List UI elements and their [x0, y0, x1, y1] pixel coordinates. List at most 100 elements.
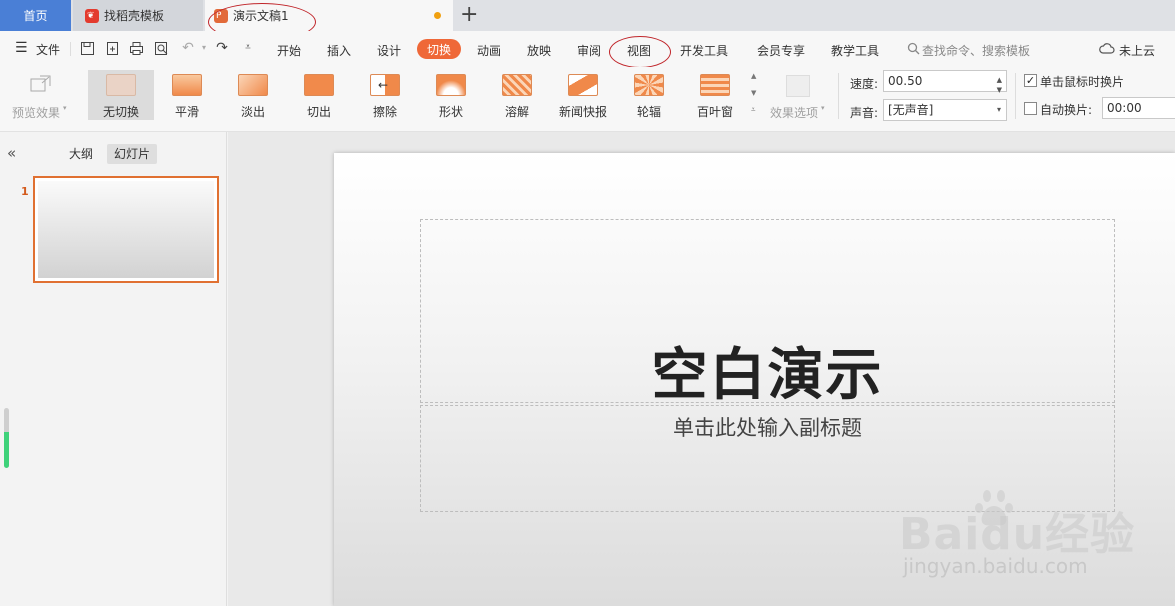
- effect-blinds[interactable]: 百叶窗: [682, 70, 748, 120]
- effect-shape[interactable]: 形状: [418, 70, 484, 120]
- menu-file[interactable]: 文件: [36, 41, 60, 58]
- tab-document[interactable]: P 演示文稿1: [205, 0, 453, 31]
- effect-options-button[interactable]: 效果选项 ▾: [768, 70, 830, 120]
- menu-animation[interactable]: 动画: [477, 42, 501, 59]
- menu-teaching[interactable]: 教学工具: [831, 42, 879, 59]
- print-preview-icon[interactable]: [154, 41, 169, 56]
- hamburger-menu-icon[interactable]: ☰: [15, 40, 28, 56]
- effect-options-dropdown-icon: ▾: [821, 104, 825, 112]
- menu-developer[interactable]: 开发工具: [680, 42, 728, 59]
- tab-templates[interactable]: ❦ 找稻壳模板: [73, 0, 203, 31]
- effect-label: 形状: [438, 105, 463, 119]
- preview-effect-button[interactable]: 预览效果 ▾: [10, 70, 72, 120]
- tab-templates-label: 找稻壳模板: [104, 9, 165, 23]
- new-tab-plus-icon[interactable]: +: [460, 2, 478, 28]
- gallery-expand-icon[interactable]: ⩡: [751, 105, 756, 115]
- on-click-label: 单击鼠标时换片: [1040, 75, 1125, 89]
- auto-advance-checkbox[interactable]: [1024, 102, 1037, 115]
- effect-none[interactable]: 无切换: [88, 70, 154, 120]
- menu-view[interactable]: 视图: [627, 42, 651, 59]
- slide-subtitle[interactable]: 单击此处输入副标题: [421, 412, 1114, 442]
- slide-title[interactable]: 空白演示: [421, 330, 1114, 411]
- sound-label: 声音:: [850, 106, 879, 120]
- effect-label: 淡出: [240, 105, 265, 119]
- preview-dropdown-icon: ▾: [63, 104, 67, 112]
- cloud-status[interactable]: 未上云: [1119, 42, 1155, 59]
- menu-transitions[interactable]: 切换: [417, 39, 461, 59]
- transition-ribbon: 预览效果 ▾ 无切换 平滑 淡出 切出 ← 擦除 形状 溶解 新闻快报 轮辐 百…: [0, 67, 1175, 132]
- effect-wipe[interactable]: ← 擦除: [352, 70, 418, 120]
- command-search[interactable]: 查找命令、搜索模板: [922, 42, 1030, 59]
- menu-home[interactable]: 开始: [277, 42, 301, 59]
- divider: [838, 73, 839, 119]
- subtitle-placeholder[interactable]: 单击此处输入副标题: [420, 405, 1115, 512]
- effect-fade-icon: [238, 74, 268, 96]
- spinner-down-icon[interactable]: ▼: [997, 80, 1002, 100]
- preview-effect-icon: [30, 75, 51, 92]
- effect-wheel[interactable]: 轮辐: [616, 70, 682, 120]
- effect-smooth-icon: [172, 74, 202, 96]
- undo-icon[interactable]: ↶: [180, 40, 196, 56]
- menu-insert[interactable]: 插入: [327, 42, 351, 59]
- chevron-down-icon: ▾: [996, 105, 1001, 114]
- export-pdf-icon[interactable]: [105, 41, 120, 56]
- effect-newsflash-icon: [568, 74, 598, 96]
- on-click-checkbox[interactable]: ✓: [1024, 74, 1037, 87]
- effect-label: 新闻快报: [558, 105, 607, 119]
- tab-document-label: 演示文稿1: [233, 9, 289, 23]
- effect-label: 平滑: [174, 105, 199, 119]
- auto-advance-label: 自动换片:: [1040, 103, 1093, 117]
- menu-slideshow[interactable]: 放映: [527, 42, 551, 59]
- redo-icon[interactable]: ↷: [214, 40, 230, 56]
- menu-review[interactable]: 审阅: [577, 42, 601, 59]
- effect-none-icon: [106, 74, 136, 96]
- effect-smooth[interactable]: 平滑: [154, 70, 220, 120]
- preview-effect-label: 预览效果: [12, 106, 61, 120]
- tab-bar: 首页 ❦ 找稻壳模板 P 演示文稿1 +: [0, 0, 1175, 41]
- effect-dissolve-icon: [502, 74, 532, 96]
- collapse-panel-icon[interactable]: «: [7, 144, 16, 162]
- tab-slides[interactable]: 幻灯片: [107, 144, 158, 164]
- title-placeholder[interactable]: 空白演示: [420, 219, 1115, 408]
- slide: 空白演示 单击此处输入副标题: [334, 153, 1175, 606]
- effect-wipe-icon: ←: [370, 74, 400, 96]
- tab-outline[interactable]: 大纲: [62, 144, 100, 164]
- sound-select[interactable]: [无声音] ▾: [883, 99, 1007, 121]
- speed-label: 速度:: [850, 77, 879, 91]
- slide-canvas: 空白演示 单击此处输入副标题: [228, 132, 1175, 606]
- effect-fade[interactable]: 淡出: [220, 70, 286, 120]
- customize-toolbar-icon[interactable]: ⩡: [240, 40, 256, 56]
- slides-panel: « 大纲 幻灯片 1: [0, 132, 227, 606]
- gallery-scroll-up-icon[interactable]: ▲: [751, 72, 756, 80]
- effect-newsflash[interactable]: 新闻快报: [550, 70, 616, 120]
- save-icon[interactable]: [80, 41, 95, 56]
- auto-advance-time[interactable]: 00:00: [1102, 97, 1175, 119]
- sound-value: [无声音]: [888, 103, 934, 117]
- panel-scrollbar[interactable]: [4, 408, 9, 468]
- slide-number: 1: [21, 185, 29, 198]
- presentation-file-icon: P: [214, 8, 228, 23]
- effect-label: 轮辐: [636, 105, 661, 119]
- effect-dissolve[interactable]: 溶解: [484, 70, 550, 120]
- slide-thumbnail-preview: [38, 181, 214, 278]
- effect-wheel-icon: [634, 74, 664, 96]
- effect-label: 擦除: [372, 105, 397, 119]
- effect-options-label: 效果选项: [770, 106, 819, 120]
- effect-cut-icon: [304, 74, 334, 96]
- app-window: 首页 ❦ 找稻壳模板 P 演示文稿1 + ☰ 文件 ↶ ▾ ↷ ⩡ 开始 插入 …: [0, 0, 1175, 606]
- slide-thumbnail[interactable]: [33, 176, 219, 283]
- gallery-scroll-down-icon[interactable]: ▼: [751, 89, 756, 97]
- effect-label: 无切换: [102, 105, 139, 119]
- cloud-icon: [1099, 43, 1115, 54]
- print-icon[interactable]: [129, 41, 144, 56]
- unsaved-dot-icon: [434, 12, 441, 19]
- tab-home[interactable]: 首页: [0, 0, 71, 31]
- effect-cut[interactable]: 切出: [286, 70, 352, 120]
- tab-home-label: 首页: [23, 9, 48, 23]
- menu-member[interactable]: 会员专享: [757, 42, 805, 59]
- undo-dropdown-icon[interactable]: ▾: [196, 40, 212, 56]
- effect-blinds-icon: [700, 74, 730, 96]
- speed-spinner[interactable]: 00.50 ▲ ▼: [883, 70, 1007, 94]
- menu-design[interactable]: 设计: [377, 42, 401, 59]
- effect-label: 切出: [306, 105, 331, 119]
